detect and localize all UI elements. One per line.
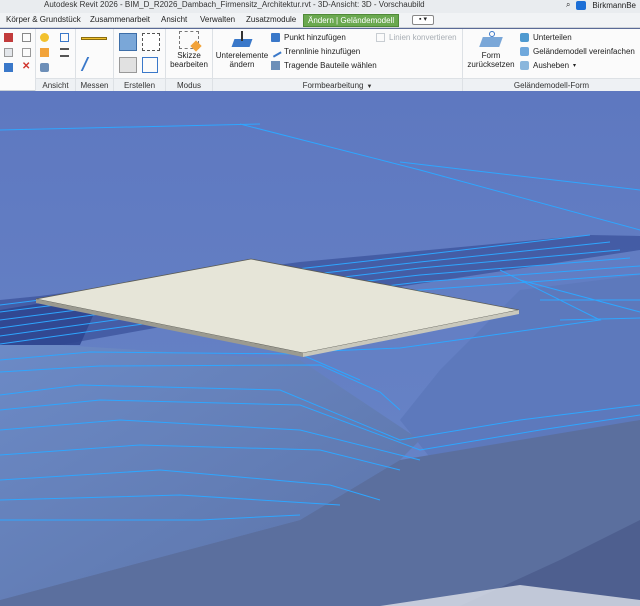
excavate-dropdown-icon[interactable]: ▾ bbox=[573, 62, 576, 69]
pick-supports-label: Tragende Bauteile wählen bbox=[284, 61, 377, 70]
edit-sketch-label-2: bearbeiten bbox=[170, 60, 208, 69]
group-gelaendemodell-form: Form zurücksetzen Unterteilen Geländemod… bbox=[463, 29, 640, 91]
group-messen: Messen bbox=[76, 29, 114, 91]
excavate-button[interactable]: Ausheben ▾ bbox=[520, 60, 576, 71]
modify-subelements-label-2: ändern bbox=[229, 60, 255, 69]
title-bar: Autodesk Revit 2026 - BIM_D_R2026_Dambac… bbox=[0, 0, 640, 13]
group-modus: Skizze bearbeiten Modus bbox=[166, 29, 213, 91]
group-formbearbeitung: Unterelemente ändern Punkt hinzufügen Tr… bbox=[213, 29, 463, 91]
cube-view-icon[interactable] bbox=[60, 33, 69, 42]
edit-sketch-label-1: Skizze bbox=[177, 51, 201, 60]
add-split-line-label: Trennlinie hinzufügen bbox=[284, 47, 361, 56]
simplify-surface-label: Geländemodell vereinfachen bbox=[533, 47, 635, 56]
group-erstellen: Erstellen bbox=[114, 29, 166, 91]
add-point-icon bbox=[271, 33, 280, 42]
user-area[interactable]: ⌕ BirkmannBe bbox=[566, 0, 636, 10]
user-name[interactable]: BirkmannBe bbox=[592, 1, 636, 10]
measure-icon[interactable] bbox=[81, 37, 107, 40]
edit-sketch-button[interactable]: Skizze bearbeiten bbox=[169, 31, 209, 69]
group-ansicht: ✕ bbox=[0, 29, 36, 91]
cut-icon[interactable] bbox=[22, 48, 31, 57]
reset-shape-label-2: zurücksetzen bbox=[467, 60, 515, 69]
3d-viewport[interactable] bbox=[0, 91, 640, 606]
tab-aendern-gelaendemodell[interactable]: Ändern | Geländemodell bbox=[303, 14, 400, 27]
group-label-formbearbeitung[interactable]: Formbearbeitung ▼ bbox=[213, 78, 462, 91]
group-label-modus: Modus bbox=[166, 78, 212, 91]
simplify-surface-button[interactable]: Geländemodell vereinfachen bbox=[520, 46, 635, 57]
modify-subelements-button[interactable]: Unterelemente ändern bbox=[215, 31, 269, 69]
simplify-surface-icon bbox=[520, 47, 529, 56]
user-icon bbox=[576, 0, 587, 10]
add-point-label: Punkt hinzufügen bbox=[284, 33, 346, 42]
tab-koerper-grundstueck[interactable]: Körper & Grundstück bbox=[2, 14, 85, 27]
reset-shape-button[interactable]: Form zurücksetzen bbox=[465, 31, 517, 69]
subdivide-icon bbox=[520, 33, 529, 42]
excavate-icon bbox=[520, 61, 529, 70]
component-icon[interactable] bbox=[119, 33, 137, 51]
delete-icon[interactable]: ✕ bbox=[22, 62, 31, 72]
tab-zusammenarbeit[interactable]: Zusammenarbeit bbox=[86, 14, 154, 27]
group-label-erstellen: Erstellen bbox=[114, 78, 165, 91]
ribbon-panel: ✕ Ansicht Messen Erstellen Skizze bearbe… bbox=[0, 29, 640, 91]
tab-ansicht[interactable]: Ansicht bbox=[157, 14, 191, 27]
convert-lines-button[interactable]: Linien konvertieren bbox=[376, 32, 457, 43]
convert-lines-label: Linien konvertieren bbox=[389, 33, 457, 42]
supports-icon bbox=[271, 61, 280, 70]
create-group-icon[interactable] bbox=[142, 33, 160, 51]
dimension-icon[interactable] bbox=[80, 57, 106, 71]
paste-icon[interactable] bbox=[22, 33, 31, 42]
split-line-icon bbox=[269, 45, 282, 58]
ribbon-tabbar: Körper & Grundstück Zusammenarbeit Ansic… bbox=[0, 13, 640, 28]
add-split-line-button[interactable]: Trennlinie hinzufügen bbox=[269, 45, 361, 58]
formbearbeitung-label: Formbearbeitung bbox=[302, 81, 364, 90]
part-icon[interactable] bbox=[119, 57, 137, 73]
reset-shape-label-1: Form bbox=[481, 51, 501, 60]
group-label-messen: Messen bbox=[76, 78, 113, 91]
pencil-icon bbox=[179, 31, 202, 52]
convert-lines-icon bbox=[376, 33, 385, 42]
lightbulb-icon[interactable] bbox=[40, 33, 49, 42]
copy-icon[interactable] bbox=[4, 48, 13, 57]
add-point-button[interactable]: Punkt hinzufügen bbox=[271, 32, 346, 43]
tab-zusatzmodule[interactable]: Zusatzmodule bbox=[242, 14, 300, 27]
binoculars-icon[interactable]: ⌕ bbox=[566, 0, 570, 10]
modify-icon[interactable] bbox=[4, 33, 13, 42]
subdivide-button[interactable]: Unterteilen bbox=[520, 32, 572, 43]
reset-shape-icon bbox=[479, 31, 503, 49]
excavate-label: Ausheben bbox=[533, 61, 570, 70]
group-label-ansicht: Ansicht bbox=[36, 78, 75, 91]
group-label-gelaendemodell-form: Geländemodell-Form bbox=[463, 78, 640, 91]
window-title: Autodesk Revit 2026 - BIM_D_R2026_Dambac… bbox=[44, 0, 425, 9]
subdivide-label: Unterteilen bbox=[533, 33, 572, 42]
chevron-down-icon: ▼ bbox=[366, 84, 373, 90]
group-ansicht-2: Ansicht bbox=[36, 29, 76, 91]
subelements-icon bbox=[231, 31, 253, 49]
pick-supports-button[interactable]: Tragende Bauteile wählen bbox=[271, 60, 377, 71]
paint-icon[interactable] bbox=[40, 48, 49, 57]
lines-icon[interactable] bbox=[60, 48, 69, 57]
assembly-icon[interactable] bbox=[142, 57, 158, 73]
tab-overflow-dropdown[interactable]: ▪ ▾ bbox=[412, 15, 434, 25]
modify-subelements-label-1: Unterelemente bbox=[215, 51, 269, 60]
hide-icon[interactable] bbox=[40, 63, 49, 72]
match-icon[interactable] bbox=[4, 63, 13, 72]
tab-verwalten[interactable]: Verwalten bbox=[196, 14, 239, 27]
